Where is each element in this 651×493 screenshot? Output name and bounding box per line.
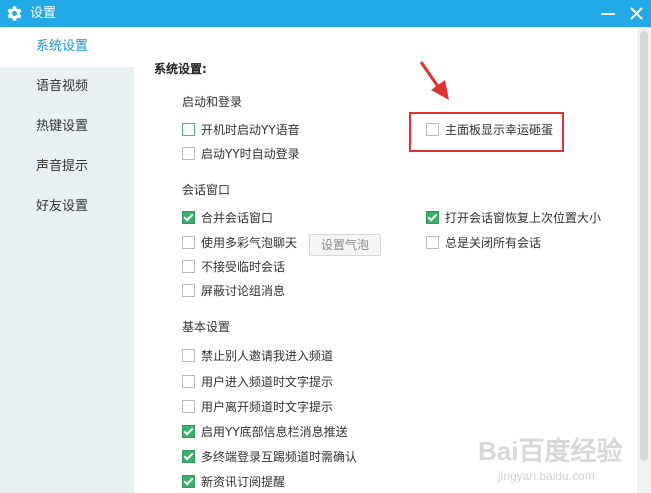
checkbox-checked-icon[interactable] [182,450,195,463]
vertical-scrollbar[interactable] [637,27,651,493]
sidebar-item-hotkeys[interactable]: 热键设置 [0,107,134,147]
sidebar-item-friends[interactable]: 好友设置 [0,187,134,227]
checkbox-unchecked-icon[interactable] [182,236,195,249]
page-title: 系统设置: [154,62,207,76]
highlight-box [409,112,564,152]
checkbox-unchecked-icon[interactable] [182,123,195,136]
title-bar: 设置 [0,0,651,27]
bubble-settings-button[interactable]: 设置气泡 [309,234,381,256]
svg-text:jingyan.baidu.com: jingyan.baidu.com [497,469,595,483]
checkbox-checked-icon[interactable] [182,425,195,438]
section-title-startup: 启动和登录 [182,95,243,109]
sidebar-item-sound[interactable]: 声音提示 [0,147,134,187]
svg-text:Bai百度经验: Bai百度经验 [478,436,622,466]
checkbox-unchecked-icon[interactable] [182,147,195,160]
checkbox-unchecked-icon[interactable] [426,236,439,249]
scrollbar-thumb[interactable] [640,31,648,461]
minimize-icon[interactable] [598,6,618,21]
sidebar-item-system[interactable]: 系统设置 [0,27,134,67]
checkbox-unchecked-icon[interactable] [182,260,195,273]
checkbox-unchecked-icon[interactable] [182,375,195,388]
gear-icon [7,6,22,21]
section-title-basic: 基本设置 [182,320,231,334]
baidu-jingyan-watermark: Bai百度经验 jingyan.baidu.com [478,436,622,483]
checkbox-checked-icon[interactable] [182,211,195,224]
checkbox-unchecked-icon[interactable] [182,400,195,413]
arrow-icon [419,61,449,100]
sidebar: 系统设置 语音视频 热键设置 声音提示 好友设置 [0,27,134,493]
section-title-chat: 会话窗口 [182,183,231,197]
checkbox-checked-icon[interactable] [426,211,439,224]
checkbox-unchecked-icon[interactable] [182,349,195,362]
checkbox-unchecked-icon[interactable] [182,284,195,297]
sidebar-item-audio-video[interactable]: 语音视频 [0,67,134,107]
close-icon[interactable] [628,5,645,22]
checkbox-checked-icon[interactable] [182,475,195,488]
window-title: 设置 [30,6,57,21]
